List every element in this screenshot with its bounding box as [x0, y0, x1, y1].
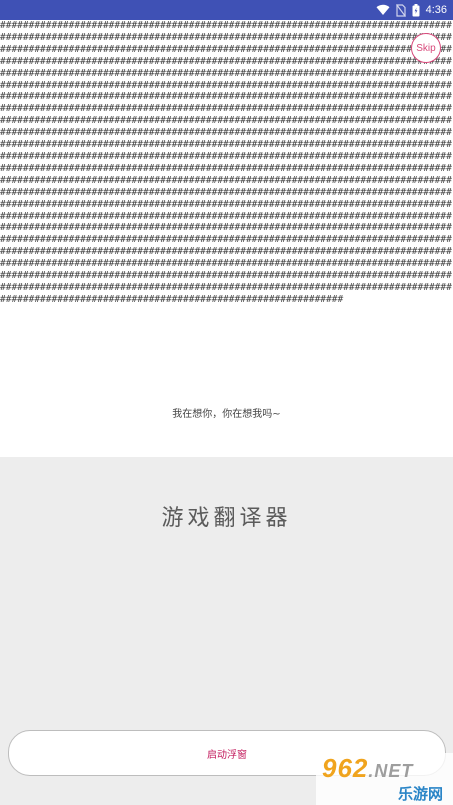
watermark-net: .NET: [368, 761, 414, 781]
status-bar: 4:36: [0, 0, 453, 20]
wifi-icon: [376, 4, 390, 16]
watermark-main: 962.NET: [322, 753, 413, 784]
status-icons: 4:36: [376, 0, 447, 20]
message-band: 我在想你，你在想我吗~: [0, 367, 453, 457]
watermark-number: 962: [322, 753, 369, 783]
ad-placeholder-text: ########################################…: [0, 20, 452, 305]
app-title: 游戏翻译器: [161, 506, 292, 531]
skip-button[interactable]: Skip: [411, 33, 441, 63]
ad-banner[interactable]: ########################################…: [0, 20, 453, 367]
status-time: 4:36: [425, 4, 447, 16]
no-sim-icon: [395, 3, 406, 17]
watermark-logo: 962.NET 乐游网: [316, 753, 453, 805]
start-button-label: 启动浮窗: [207, 749, 247, 761]
watermark-sub: 乐游网: [397, 785, 443, 803]
battery-icon: [412, 3, 420, 16]
message-text: 我在想你，你在想我吗~: [172, 408, 281, 420]
